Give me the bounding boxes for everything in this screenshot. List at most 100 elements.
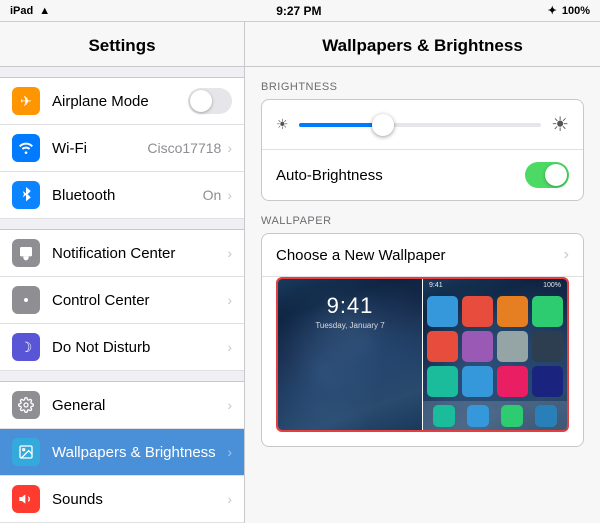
sidebar-group-1: ✈ Airplane Mode Wi-Fi Cisco17718 › [0,77,244,219]
home-dock [423,401,567,430]
choose-wallpaper-row[interactable]: Choose a New Wallpaper › [262,234,583,277]
sidebar-label-sounds: Sounds [52,491,227,508]
sidebar-item-wallpaper[interactable]: Wallpapers & Brightness › [0,429,244,476]
home-screen-preview[interactable]: 9:41 100% [422,279,567,430]
sidebar-label-bluetooth: Bluetooth [52,187,203,204]
brightness-slider[interactable] [299,115,542,135]
wallpaper-card: Choose a New Wallpaper › 9:41 Tuesday, J… [261,233,584,447]
app-icon-4 [532,296,563,327]
wallpaper-icon [12,438,40,466]
dock-icon-3 [501,405,523,427]
auto-brightness-label: Auto-Brightness [276,167,515,184]
home-status-left: 9:41 [429,282,443,289]
sidebar-spacer-2 [0,219,244,229]
donotdisturb-icon: ☽ [12,333,40,361]
dock-icon-2 [467,405,489,427]
lock-screen-bg: 9:41 Tuesday, January 7 [278,279,422,430]
sun-small-icon: ☀ [276,116,289,133]
sounds-icon [12,485,40,513]
sidebar-item-donotdisturb[interactable]: ☽ Do Not Disturb › [0,324,244,371]
sidebar-label-general: General [52,397,227,414]
sidebar-label-notifications: Notification Center [52,245,227,262]
sidebar-spacer-3 [0,371,244,381]
bluetooth-chevron: › [227,187,232,203]
dock-icon-4 [535,405,557,427]
general-chevron: › [227,397,232,413]
dock-icon-1 [433,405,455,427]
slider-thumb[interactable] [372,114,394,136]
slider-track [299,123,542,127]
home-status-bar: 9:41 100% [423,279,567,292]
status-left: iPad ▲ [10,5,50,17]
sidebar-label-donotdisturb: Do Not Disturb [52,339,227,356]
sounds-chevron: › [227,491,232,507]
lock-date: Tuesday, January 7 [315,321,384,330]
home-screen-bg: 9:41 100% [423,279,567,430]
wifi-chevron: › [227,140,232,156]
app-icon-8 [532,331,563,362]
status-right: ✦ 100% [548,4,590,17]
wifi-value: Cisco17718 [147,140,221,156]
sidebar-label-control: Control Center [52,292,227,309]
slider-fill [299,123,384,127]
brightness-card: ☀ ☀ Auto-Brightness [261,99,584,201]
home-status-right: 100% [543,282,561,289]
sidebar-item-notifications[interactable]: Notification Center › [0,229,244,277]
auto-brightness-toggle[interactable] [525,162,569,188]
sidebar-label-wallpaper: Wallpapers & Brightness [52,444,227,461]
ipad-label: iPad [10,5,33,17]
wallpaper-chevron: › [227,444,232,460]
notification-icon [12,239,40,267]
sidebar-item-wifi[interactable]: Wi-Fi Cisco17718 › [0,125,244,172]
brightness-slider-row: ☀ ☀ [262,100,583,150]
lock-time: 9:41 [327,293,374,319]
app-icon-11 [497,366,528,397]
status-time: 9:27 PM [276,4,321,18]
sidebar-item-bluetooth[interactable]: Bluetooth On › [0,172,244,219]
bluetooth-value: On [203,187,222,203]
airplane-icon: ✈ [12,87,40,115]
sidebar-label-airplane: Airplane Mode [52,93,188,110]
sidebar-group-3: General › Wallpapers & Brightness › [0,381,244,523]
lock-screen-preview[interactable]: 9:41 Tuesday, January 7 [278,279,422,430]
brightness-section-header: BRIGHTNESS [261,67,584,99]
donotdisturb-chevron: › [227,339,232,355]
general-icon [12,391,40,419]
status-bar: iPad ▲ 9:27 PM ✦ 100% [0,0,600,22]
app-icon-12 [532,366,563,397]
detail-title: Wallpapers & Brightness [245,22,600,67]
main-layout: Settings ✈ Airplane Mode Wi-F [0,22,600,523]
wifi-icon: ▲ [39,5,50,17]
sidebar-item-general[interactable]: General › [0,381,244,429]
auto-brightness-row: Auto-Brightness [262,150,583,200]
choose-wallpaper-chevron: › [564,246,569,264]
sidebar-spacer-1 [0,67,244,77]
sidebar: Settings ✈ Airplane Mode Wi-F [0,22,245,523]
sidebar-group-2: Notification Center › Control Center › ☽… [0,229,244,371]
app-icon-1 [427,296,458,327]
notifications-chevron: › [227,245,232,261]
app-icon-2 [462,296,493,327]
bluetooth-icon [12,181,40,209]
detail-panel: Wallpapers & Brightness BRIGHTNESS ☀ ☀ [245,22,600,523]
sidebar-item-control[interactable]: Control Center › [0,277,244,324]
sidebar-item-airplane[interactable]: ✈ Airplane Mode [0,77,244,125]
wifi-icon [12,134,40,162]
app-icon-10 [462,366,493,397]
sidebar-item-sounds[interactable]: Sounds › [0,476,244,523]
detail-content: BRIGHTNESS ☀ ☀ Auto-Brightness [245,67,600,463]
control-chevron: › [227,292,232,308]
choose-wallpaper-label: Choose a New Wallpaper [276,247,564,264]
app-icon-5 [427,331,458,362]
wallpaper-preview[interactable]: 9:41 Tuesday, January 7 9:41 100% [276,277,569,432]
app-icon-7 [497,331,528,362]
app-icon-3 [497,296,528,327]
apps-grid [423,292,567,401]
app-icon-6 [462,331,493,362]
airplane-toggle[interactable] [188,88,232,114]
wallpaper-section-header: WALLPAPER [261,201,584,233]
battery-percent: 100% [562,5,590,17]
app-icon-9 [427,366,458,397]
control-icon [12,286,40,314]
bluetooth-icon: ✦ [548,4,557,17]
